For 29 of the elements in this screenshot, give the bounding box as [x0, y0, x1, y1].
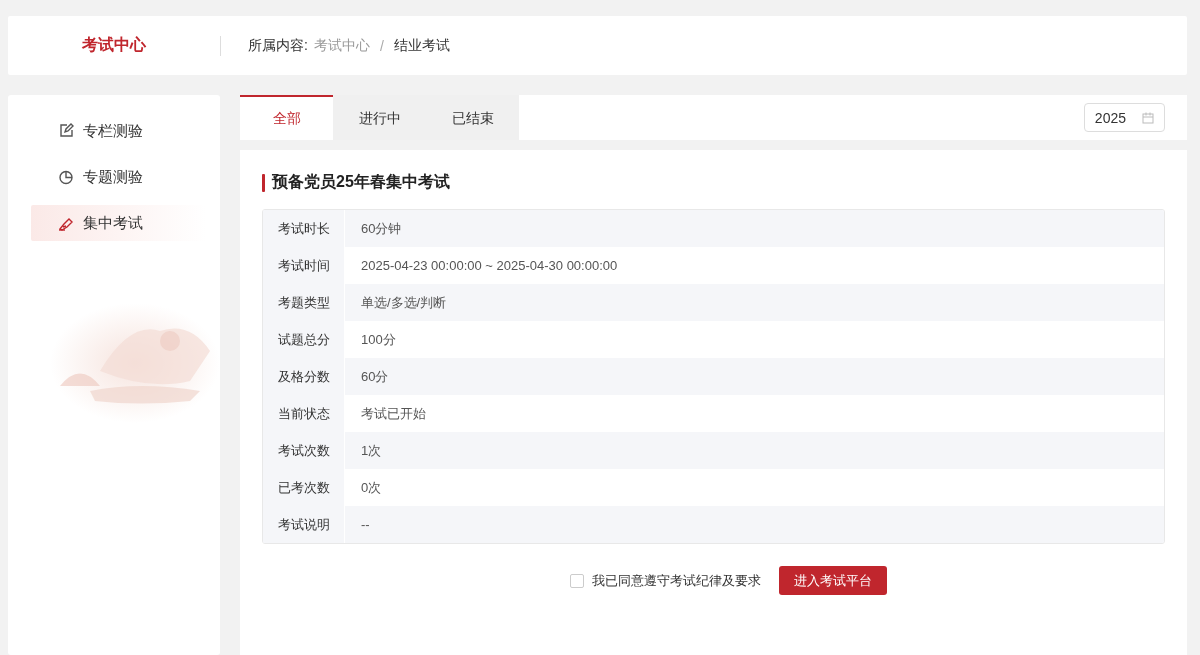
detail-label: 已考次数 — [263, 469, 345, 506]
calendar-icon — [1142, 111, 1154, 124]
detail-label: 当前状态 — [263, 395, 345, 432]
detail-value: 考试已开始 — [360, 404, 426, 423]
title-marker — [262, 173, 265, 192]
detail-value: 2025-04-23 00:00:00 ~ 2025-04-30 00:00:00 — [360, 258, 618, 273]
pie-chart-icon — [58, 169, 74, 185]
detail-value: 60分 — [360, 367, 389, 386]
breadcrumb-separator: / — [379, 37, 384, 54]
detail-value: 100分 — [360, 330, 396, 349]
filter-tab[interactable]: 已结束 — [426, 95, 519, 140]
edit-icon — [58, 123, 74, 139]
detail-label: 考试时间 — [263, 247, 345, 284]
year-picker[interactable]: 2025 — [1083, 103, 1165, 132]
enter-exam-button[interactable]: 进入考试平台 — [779, 566, 887, 595]
sidebar-item[interactable]: 专栏测验 — [31, 113, 206, 149]
detail-value: 1次 — [360, 441, 382, 460]
detail-value: 60分钟 — [360, 219, 402, 238]
agreement-checkbox[interactable] — [570, 573, 584, 588]
detail-value: 单选/多选/判断 — [360, 293, 447, 312]
sidebar-item[interactable]: 专题测验 — [31, 159, 206, 195]
detail-value: 0次 — [360, 478, 382, 497]
breadcrumb-label: 所属内容: — [248, 36, 308, 55]
detail-value: -- — [360, 517, 370, 532]
detail-label: 试题总分 — [263, 321, 345, 358]
page-title: 考试中心 — [81, 35, 147, 55]
exam-title: 预备党员25年春集中考试 — [272, 172, 450, 192]
filter-tab[interactable]: 进行中 — [333, 95, 426, 140]
agreement-label: 我已同意遵守考试纪律及要求 — [592, 571, 761, 590]
